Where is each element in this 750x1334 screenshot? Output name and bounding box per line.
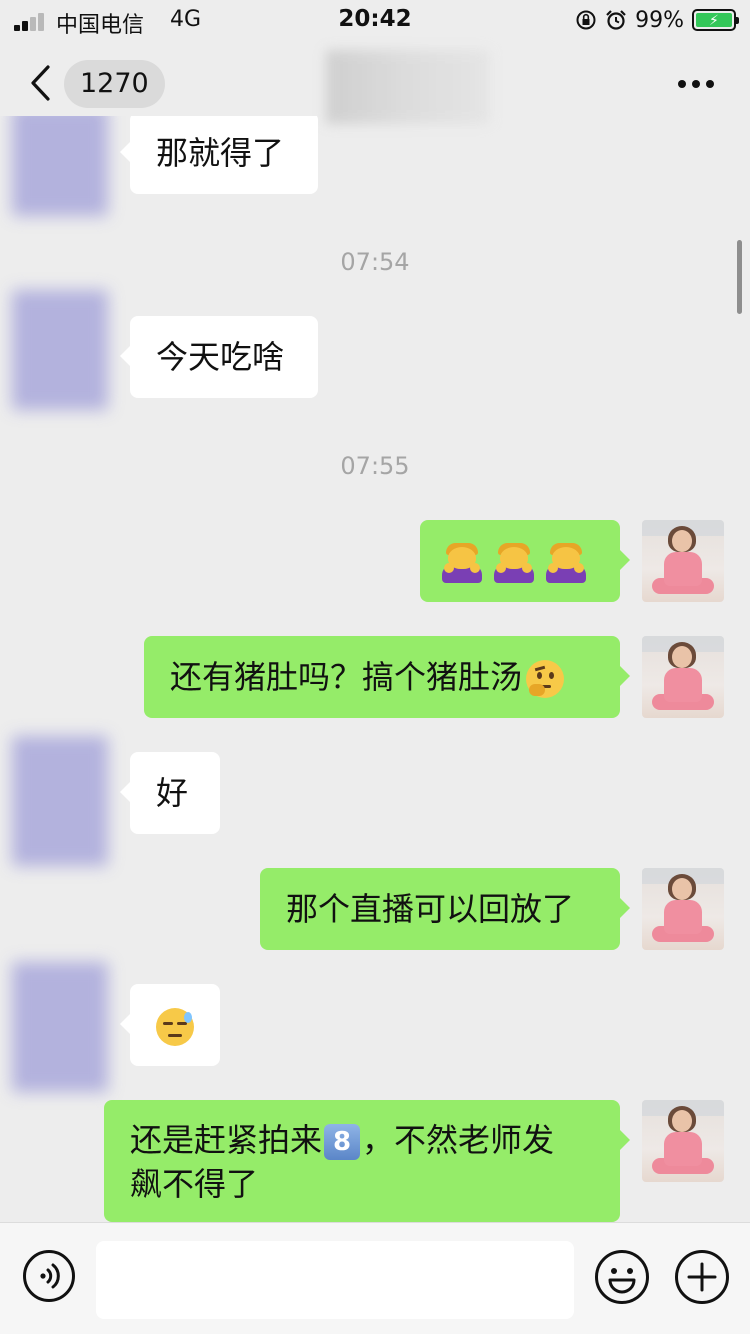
battery-charging-icon: ⚡ xyxy=(692,9,739,31)
message-text: ，不然老师发 xyxy=(362,1121,555,1159)
input-toolbar xyxy=(0,1222,750,1334)
message-text: 还有猪肚吗？搞个猪肚汤 xyxy=(170,658,523,696)
message-timestamp: 07:55 xyxy=(340,452,410,480)
message-bubble-received[interactable]: 今天吃啥 xyxy=(120,316,318,398)
my-avatar[interactable] xyxy=(642,1100,724,1182)
message-bubble-received[interactable]: 那就得了 xyxy=(120,116,318,194)
message-bubble-sent[interactable]: 还是赶紧拍来 8 ，不然老师发飙不得了 xyxy=(104,1100,630,1222)
downcast-sweat-face-icon xyxy=(156,1008,194,1046)
contact-avatar[interactable] xyxy=(12,736,108,866)
message-timestamp: 07:54 xyxy=(340,248,410,276)
message-text: 还是赶紧拍来 xyxy=(130,1121,323,1159)
voice-input-icon[interactable] xyxy=(22,1249,76,1303)
scrollbar[interactable] xyxy=(737,240,742,314)
back-chevron-icon[interactable] xyxy=(28,64,56,102)
message-bubble-received[interactable] xyxy=(120,984,220,1066)
bowing-woman-icon xyxy=(546,543,586,583)
alarm-icon xyxy=(606,10,626,30)
message-text: 飙不得了 xyxy=(130,1165,259,1203)
thinking-face-icon xyxy=(526,660,565,698)
my-avatar[interactable] xyxy=(642,868,724,950)
contact-avatar[interactable] xyxy=(12,290,108,410)
my-avatar[interactable] xyxy=(642,520,724,602)
unread-count-badge[interactable]: 1270 xyxy=(64,60,165,108)
message-bubble-received[interactable]: 好 xyxy=(120,752,220,834)
contact-avatar[interactable] xyxy=(12,116,108,216)
emoji-picker-icon[interactable] xyxy=(594,1249,650,1305)
message-bubble-sent[interactable]: 还有猪肚吗？搞个猪肚汤 xyxy=(144,636,630,718)
bowing-woman-icon xyxy=(494,543,534,583)
battery-percentage: 99% xyxy=(635,7,684,33)
bowing-woman-icon xyxy=(442,543,482,583)
keycap-digit-icon: 8 xyxy=(324,1124,361,1160)
my-avatar[interactable] xyxy=(642,636,724,718)
message-bubble-sent[interactable]: 那个直播可以回放了 xyxy=(260,868,630,950)
message-bubble-sent[interactable] xyxy=(420,520,630,602)
chat-title-blurred xyxy=(326,50,490,124)
message-list[interactable]: 那就得了 07:54 今天吃啥 07:55 还有猪肚吗？搞个猪肚汤 好 那个直播… xyxy=(0,116,750,1222)
more-options-icon[interactable] xyxy=(676,78,716,90)
orientation-lock-icon xyxy=(576,10,596,30)
message-input[interactable] xyxy=(96,1241,574,1319)
status-bar: 中国电信 4G 20:42 99% ⚡ xyxy=(0,0,750,40)
more-functions-plus-icon[interactable] xyxy=(674,1249,730,1305)
status-icons: 99% ⚡ xyxy=(575,7,739,33)
contact-avatar[interactable] xyxy=(12,962,108,1092)
